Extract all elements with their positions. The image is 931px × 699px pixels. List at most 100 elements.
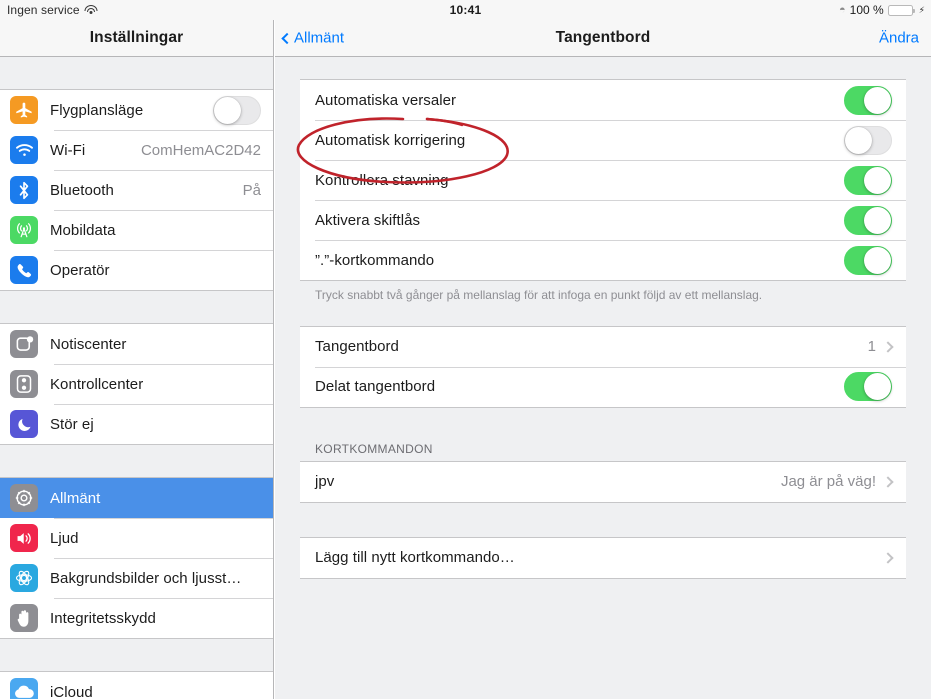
sidebar-group-gap <box>0 639 273 671</box>
control-center-icon <box>10 370 38 398</box>
sidebar-item-bluetooth[interactable]: Bluetooth På <box>0 170 273 210</box>
sidebar-item-integritetsskydd[interactable]: Integritetsskydd <box>0 598 273 638</box>
back-button[interactable]: Allmänt <box>281 29 345 47</box>
sidebar-item-kontrollcenter[interactable]: Kontrollcenter <box>0 364 273 404</box>
chevron-right-icon <box>882 551 894 564</box>
sidebar-item-bakgrundsbilder-och-ljusst[interactable]: Bakgrundsbilder och ljusst… <box>0 558 273 598</box>
keyboard-options-card: Automatiska versaler Automatisk korrigeri… <box>300 79 906 281</box>
settings-row[interactable]: Kontrollera stavning <box>300 160 906 200</box>
battery-percent-label: 100 % <box>849 3 884 17</box>
toggle-switch-on[interactable] <box>844 245 892 275</box>
phone-icon <box>10 256 38 284</box>
settings-row-label: Kontrollera stavning <box>315 171 449 189</box>
sidebar-item-label: Operatör <box>50 261 110 279</box>
ios-settings-screen: Ingen service 10:41 ◓ 100 % ⚡ Inställnin… <box>0 0 931 699</box>
sidebar-item-label: iCloud <box>50 683 93 699</box>
toggle-switch-on[interactable] <box>844 372 892 402</box>
sidebar-group: Allmänt Ljud Bakgrundsbilder och ljusst… In… <box>0 477 273 639</box>
sidebar-group: Flygplansläge Wi-Fi ComHemAC2D42 Bluetooth P… <box>0 89 273 291</box>
keyboard-options-footnote: Tryck snabbt två gånger på mellanslag fö… <box>315 288 763 302</box>
sidebar-item-label: Stör ej <box>50 415 94 433</box>
sidebar-item-value: På <box>242 181 261 199</box>
status-bar-center: 10:41 <box>0 3 931 17</box>
sidebar-item-label: Integritetsskydd <box>50 609 156 627</box>
sidebar-item-value: ComHemAC2D42 <box>140 141 261 159</box>
clock-label: 10:41 <box>449 3 482 17</box>
shortcuts-section-header: KORTKOMMANDON <box>315 441 433 456</box>
keyboard-settings-panel: Allmänt Tangentbord Ändra Automatiska ve… <box>275 20 931 699</box>
sidebar-item-icloud[interactable]: iCloud <box>0 672 273 699</box>
settings-row-label: ”.”-kortkommando <box>315 251 435 269</box>
sidebar-item-label: Allmänt <box>50 489 101 507</box>
moon-icon <box>10 410 38 438</box>
settings-row-label: jpv <box>315 473 335 491</box>
back-button-label: Allmänt <box>294 29 345 47</box>
sidebar-item-mobildata[interactable]: Mobildata <box>0 210 273 250</box>
settings-row[interactable]: Automatiska versaler <box>300 80 906 120</box>
sidebar-item-label: Ljud <box>50 529 79 547</box>
shortcuts-card: jpv Jag är på väg! <box>300 460 906 503</box>
status-bar: Ingen service 10:41 ◓ 100 % ⚡ <box>0 0 931 20</box>
wifi-icon <box>10 136 38 164</box>
toggle-knob <box>214 96 241 124</box>
sidebar-item-label: Mobildata <box>50 221 116 239</box>
toggle-knob <box>845 126 872 154</box>
sidebar-item-label: Bakgrundsbilder och ljusst… <box>50 569 242 587</box>
settings-row-value: 1 <box>867 338 876 356</box>
detail-content: Automatiska versaler Automatisk korrigeri… <box>275 57 931 699</box>
chevron-left-icon <box>281 32 293 44</box>
settings-row-label: Tangentbord <box>315 338 399 356</box>
chevron-right-icon <box>882 340 894 353</box>
settings-row-label: Aktivera skiftlås <box>315 211 421 229</box>
hand-icon <box>10 604 38 632</box>
toggle-switch-on[interactable] <box>844 165 892 195</box>
gear-icon <box>10 484 38 512</box>
sidebar-item-notiscenter[interactable]: Notiscenter <box>0 324 273 364</box>
toggle-switch-on[interactable] <box>844 205 892 235</box>
airplane-icon <box>10 96 38 124</box>
sidebar-item-label: Flygplansläge <box>50 101 144 119</box>
cellular-tower-icon <box>10 216 38 244</box>
sidebar-title: Inställningar <box>89 29 184 46</box>
settings-row[interactable]: Delat tangentbord <box>300 366 906 407</box>
settings-row[interactable]: Tangentbord 1 <box>300 327 906 367</box>
sidebar-item-flygplansläge[interactable]: Flygplansläge <box>0 90 273 130</box>
settings-sidebar: Inställningar Flygplansläge Wi-Fi ComHemAC… <box>0 20 274 699</box>
chevron-right-icon <box>882 475 894 488</box>
settings-row-value: Jag är på väg! <box>780 473 876 491</box>
sidebar-item-ljud[interactable]: Ljud <box>0 518 273 558</box>
sidebar-navbar: Inställningar <box>0 20 273 57</box>
toggle-knob <box>864 86 891 114</box>
status-bar-right: ◓ 100 % ⚡ <box>839 3 925 17</box>
sidebar-item-allmänt[interactable]: Allmänt <box>0 478 273 518</box>
wallpaper-icon <box>10 564 38 592</box>
edit-button[interactable]: Ändra <box>879 30 919 47</box>
sidebar-item-label: Notiscenter <box>50 335 127 353</box>
lightning-bolt-icon: ⚡ <box>918 4 925 15</box>
settings-row-label: Lägg till nytt kortkommando… <box>315 549 515 567</box>
toggle-knob <box>864 166 891 194</box>
settings-row[interactable]: Automatisk korrigering <box>300 120 906 160</box>
settings-row-label: Delat tangentbord <box>315 378 436 396</box>
sidebar-item-operatör[interactable]: Operatör <box>0 250 273 290</box>
sidebar-item-stör-ej[interactable]: Stör ej <box>0 404 273 444</box>
toggle-switch-off[interactable] <box>213 95 261 125</box>
sidebar-group-gap <box>0 57 273 89</box>
sidebar-item-label: Bluetooth <box>50 181 114 199</box>
settings-row[interactable]: Lägg till nytt kortkommando… <box>300 538 906 578</box>
bluetooth-icon: ◓ <box>838 3 846 16</box>
sidebar-item-wi-fi[interactable]: Wi-Fi ComHemAC2D42 <box>0 130 273 170</box>
settings-row-label: Automatisk korrigering <box>315 131 466 149</box>
settings-row[interactable]: ”.”-kortkommando <box>300 240 906 280</box>
toggle-knob <box>864 373 891 401</box>
toggle-knob <box>864 246 891 274</box>
toggle-switch-off[interactable] <box>844 125 892 155</box>
sidebar-list[interactable]: Flygplansläge Wi-Fi ComHemAC2D42 Bluetooth P… <box>0 57 273 699</box>
detail-navbar: Allmänt Tangentbord Ändra <box>275 20 931 57</box>
toggle-switch-on[interactable] <box>844 85 892 115</box>
notification-center-icon <box>10 330 38 358</box>
settings-row[interactable]: jpv Jag är på väg! <box>300 462 906 502</box>
bluetooth-icon <box>10 176 38 204</box>
keyboards-card: Tangentbord 1 Delat tangentbord <box>300 325 906 408</box>
settings-row[interactable]: Aktivera skiftlås <box>300 200 906 240</box>
